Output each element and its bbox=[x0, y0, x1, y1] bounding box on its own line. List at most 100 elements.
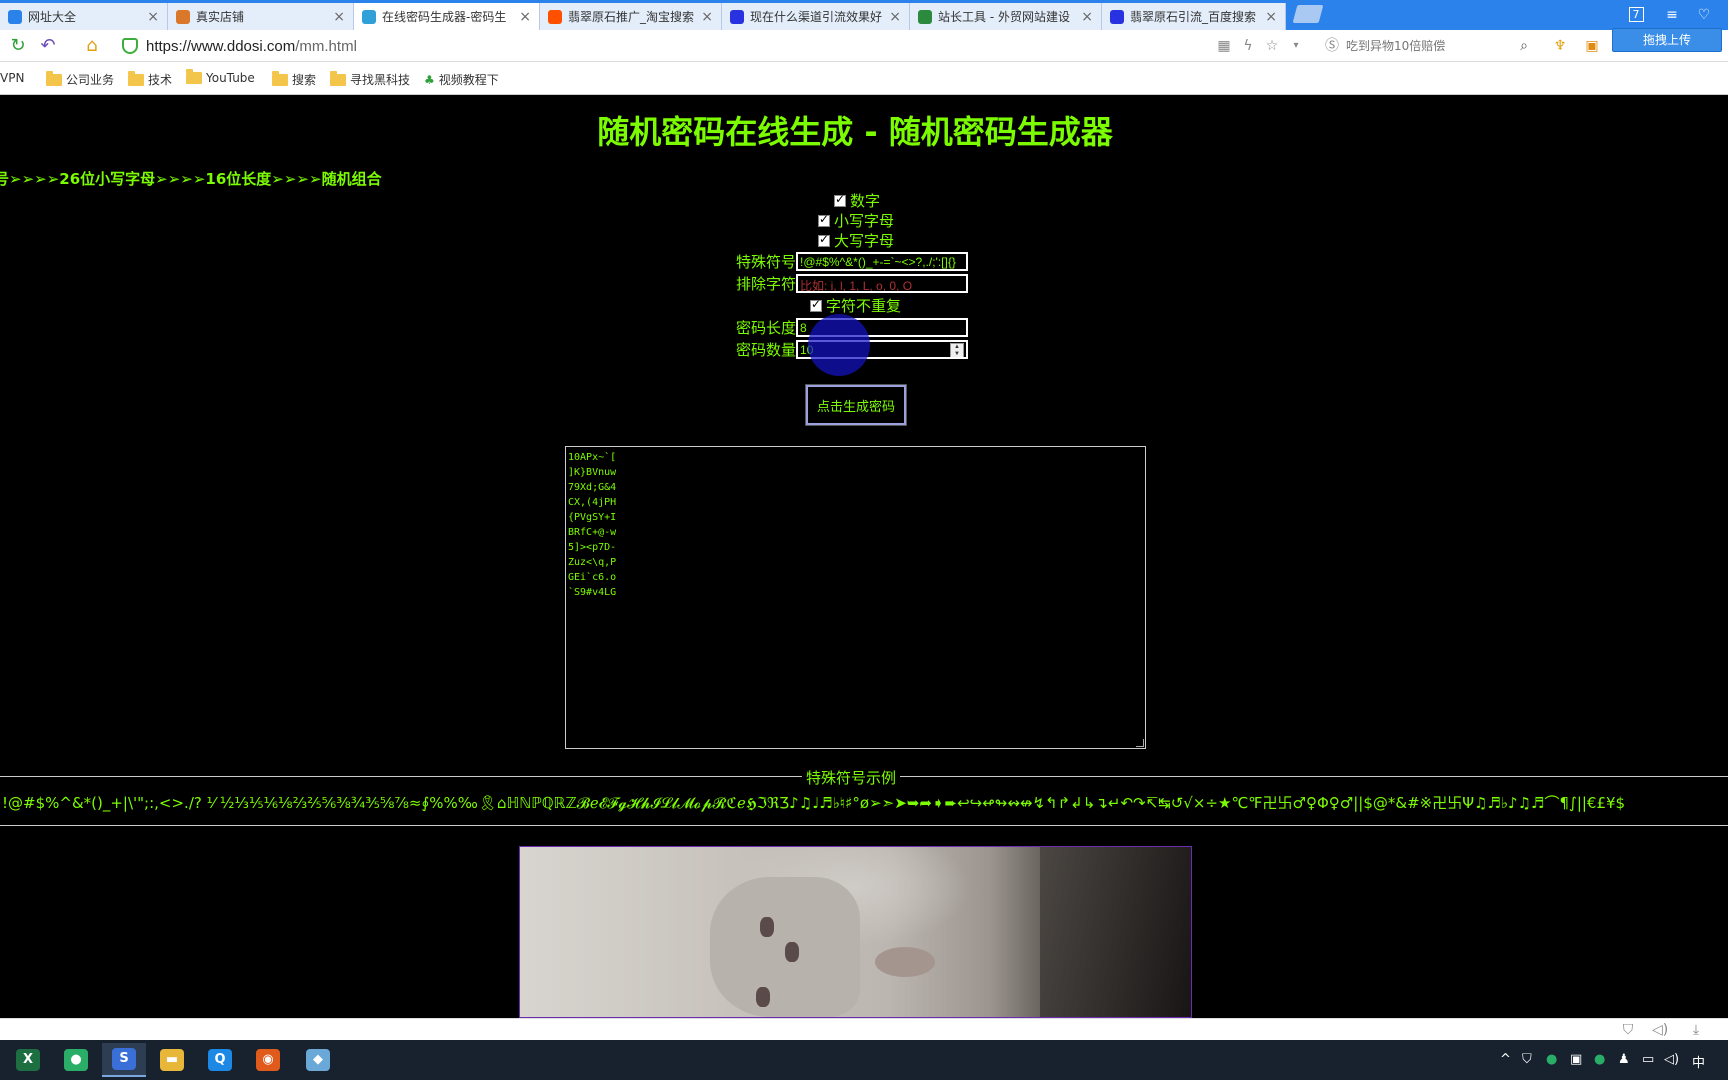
password-line: {PVgSY+I bbox=[568, 512, 617, 523]
shield-icon[interactable]: ♡ bbox=[1690, 4, 1718, 26]
folder-icon bbox=[46, 70, 62, 86]
tab-favicon-icon bbox=[730, 9, 744, 24]
option-uppercase[interactable]: 大写字母 bbox=[818, 230, 894, 251]
address-bar[interactable]: https://www.ddosi.com/mm.html bbox=[146, 38, 357, 55]
option-unique[interactable]: 字符不重复 bbox=[810, 295, 901, 316]
extension-card-icon[interactable]: ▣ bbox=[1584, 38, 1600, 54]
secure-shield-icon bbox=[122, 38, 138, 54]
special-chars-input[interactable]: !@#$%^&*()_+-=`~<>?,./;':[]{} bbox=[796, 252, 969, 271]
password-line: 5]><p7D- bbox=[568, 542, 617, 553]
tray-network-icon[interactable]: ▭ bbox=[1642, 1052, 1654, 1067]
password-list: 10APx~`[]K}BVnuw 79Xd;G&4 CX,(4jPH {PVgSY+I… bbox=[568, 450, 1143, 600]
bookmark-folder-business[interactable]: 公司业务 bbox=[46, 70, 114, 88]
digits-checkbox[interactable] bbox=[834, 192, 846, 207]
taskbar-app-explorer[interactable]: ▬ bbox=[150, 1043, 194, 1077]
decorative-photo bbox=[519, 846, 1192, 1018]
symbols-sample: !@#$%^&*()_+|\'";:,<>./? ⅟ ½⅓⅕⅙⅛⅔⅖⅚⅜¾⅗⅝⅞… bbox=[2, 794, 1626, 812]
password-line: ]K}BVnuw bbox=[568, 467, 617, 478]
taskbar-app-qq-browser[interactable]: Q bbox=[198, 1043, 242, 1077]
password-line: Zuz<\q,P bbox=[568, 557, 617, 568]
taskbar-app-game[interactable]: ◉ bbox=[246, 1043, 290, 1077]
bookmark-vpn[interactable]: VPN bbox=[0, 71, 24, 85]
tray-shield-icon[interactable]: ⛉ bbox=[1522, 1052, 1532, 1067]
tray-app-icon[interactable]: ▣ bbox=[1570, 1052, 1582, 1067]
photo-nail bbox=[785, 942, 799, 962]
bookmark-folder-youtube[interactable]: YouTube bbox=[186, 69, 255, 85]
option-digits[interactable]: 数字 bbox=[834, 190, 880, 211]
tab-count-badge[interactable]: 7 bbox=[1622, 4, 1650, 26]
close-icon[interactable]: × bbox=[1081, 9, 1093, 25]
volume-icon[interactable]: ◁) bbox=[1652, 1022, 1668, 1038]
tab-title: 现在什么渠道引流效果好 bbox=[750, 10, 883, 24]
chevron-down-icon[interactable]: ▾ bbox=[1288, 38, 1304, 54]
tray-chevron-icon[interactable]: ^ bbox=[1500, 1052, 1511, 1067]
tab-title: 真实店铺 bbox=[196, 10, 245, 24]
resize-grip-icon[interactable] bbox=[1136, 739, 1144, 747]
new-tab-button[interactable] bbox=[1292, 5, 1324, 23]
refresh-icon[interactable]: ↻ bbox=[6, 35, 30, 57]
close-icon[interactable]: × bbox=[889, 9, 901, 25]
close-icon[interactable]: × bbox=[1265, 9, 1277, 25]
password-line: BRfC+@-w bbox=[568, 527, 617, 538]
sogou-icon: S bbox=[112, 1048, 136, 1070]
security-status-icon[interactable]: ⛉ bbox=[1620, 1022, 1636, 1038]
taskbar-app-tool[interactable]: ◆ bbox=[296, 1043, 340, 1077]
ime-indicator[interactable]: 中 bbox=[1692, 1052, 1705, 1071]
tab-favicon-icon bbox=[1110, 9, 1124, 24]
upload-button[interactable]: 拖拽上传 bbox=[1612, 28, 1722, 52]
tab-title: 翡翠原石引流_百度搜索 bbox=[1130, 10, 1257, 24]
close-icon[interactable]: × bbox=[333, 9, 345, 25]
tray-wechat-icon[interactable]: ● bbox=[1594, 1052, 1605, 1067]
wechat-icon: ● bbox=[64, 1049, 88, 1071]
uppercase-checkbox[interactable] bbox=[818, 232, 830, 247]
tray-person-icon[interactable]: ♟ bbox=[1618, 1052, 1630, 1067]
generate-password-button[interactable]: 点击生成密码 bbox=[805, 384, 907, 426]
lowercase-checkbox[interactable] bbox=[818, 212, 830, 227]
star-icon[interactable]: ☆ bbox=[1264, 38, 1280, 54]
password-output-textarea[interactable]: 10APx~`[]K}BVnuw 79Xd;G&4 CX,(4jPH {PVgSY+I… bbox=[565, 446, 1146, 749]
option-lowercase[interactable]: 小写字母 bbox=[818, 210, 894, 231]
menu-icon[interactable]: ≡ bbox=[1658, 4, 1686, 26]
bookmark-folder-search[interactable]: 搜索 bbox=[272, 70, 316, 88]
password-line: 10APx~`[ bbox=[568, 452, 617, 463]
navigation-bar: ↻ ↶ ⌂ https://www.ddosi.com/mm.html ▦ ϟ … bbox=[0, 30, 1728, 62]
close-icon[interactable]: × bbox=[519, 9, 531, 25]
browser-tab[interactable]: 真实店铺 × bbox=[168, 3, 354, 30]
bookmark-folder-tech[interactable]: 技术 bbox=[128, 70, 172, 88]
browser-tab[interactable]: 网址大全 × bbox=[0, 3, 168, 30]
folder-icon bbox=[128, 70, 144, 86]
taskbar-app-sogou[interactable]: S bbox=[102, 1043, 146, 1077]
browser-tab[interactable]: 在线密码生成器-密码生 × bbox=[354, 3, 540, 30]
bookmark-video-tutorial[interactable]: ♣ 视频教程下 bbox=[424, 71, 499, 88]
browser-tab[interactable]: 站长工具 - 外贸网站建设 × bbox=[910, 3, 1102, 30]
symbols-legend: 特殊符号示例 bbox=[802, 767, 901, 788]
page-content: 随机密码在线生成 - 随机密码生成器 号➢➢➢➢26位小写字母➢➢➢➢16位长度… bbox=[0, 96, 1728, 1018]
bookmarks-bar: VPN 公司业务 技术 YouTube 搜索 寻找黑科技 ♣ 视频教程下 bbox=[0, 62, 1728, 95]
undo-icon[interactable]: ↶ bbox=[36, 35, 60, 57]
lightning-icon[interactable]: ϟ bbox=[1240, 38, 1256, 54]
taskbar-app-excel[interactable]: X bbox=[6, 1043, 50, 1077]
folder-icon bbox=[186, 69, 202, 84]
bookmark-folder-blacktech[interactable]: 寻找黑科技 bbox=[330, 70, 410, 88]
cursor-highlight bbox=[808, 314, 870, 376]
taskbar-app-wechat[interactable]: ● bbox=[54, 1043, 98, 1077]
exclude-chars-input[interactable]: 比如: i, l, 1, L, o, 0, O bbox=[796, 274, 969, 293]
unique-checkbox[interactable] bbox=[810, 297, 822, 312]
password-line: CX,(4jPH bbox=[568, 497, 617, 508]
qr-code-icon[interactable]: ▦ bbox=[1216, 38, 1232, 54]
browser-tab[interactable]: 现在什么渠道引流效果好 × bbox=[722, 3, 910, 30]
browser-tab[interactable]: 翡翠原石引流_百度搜索 × bbox=[1102, 3, 1286, 30]
scrolling-banner: 号➢➢➢➢26位小写字母➢➢➢➢16位长度➢➢➢➢随机组合 bbox=[0, 170, 382, 188]
tray-volume-icon[interactable]: ◁) bbox=[1664, 1052, 1679, 1067]
close-icon[interactable]: × bbox=[147, 9, 159, 25]
tab-favicon-icon bbox=[548, 9, 562, 24]
search-icon[interactable]: ⌕ bbox=[1516, 38, 1532, 54]
home-icon[interactable]: ⌂ bbox=[80, 35, 104, 57]
close-icon[interactable]: × bbox=[701, 9, 713, 25]
tray-wechat-icon[interactable]: ● bbox=[1546, 1052, 1557, 1067]
browser-tab[interactable]: 翡翠原石推广_淘宝搜索 × bbox=[540, 3, 722, 30]
extension-icon[interactable]: ♆ bbox=[1552, 38, 1568, 54]
spinner-icon[interactable]: ▲ ▼ bbox=[950, 343, 965, 357]
download-icon[interactable]: ⤓ bbox=[1688, 1022, 1704, 1038]
tab-favicon-icon bbox=[362, 9, 376, 24]
